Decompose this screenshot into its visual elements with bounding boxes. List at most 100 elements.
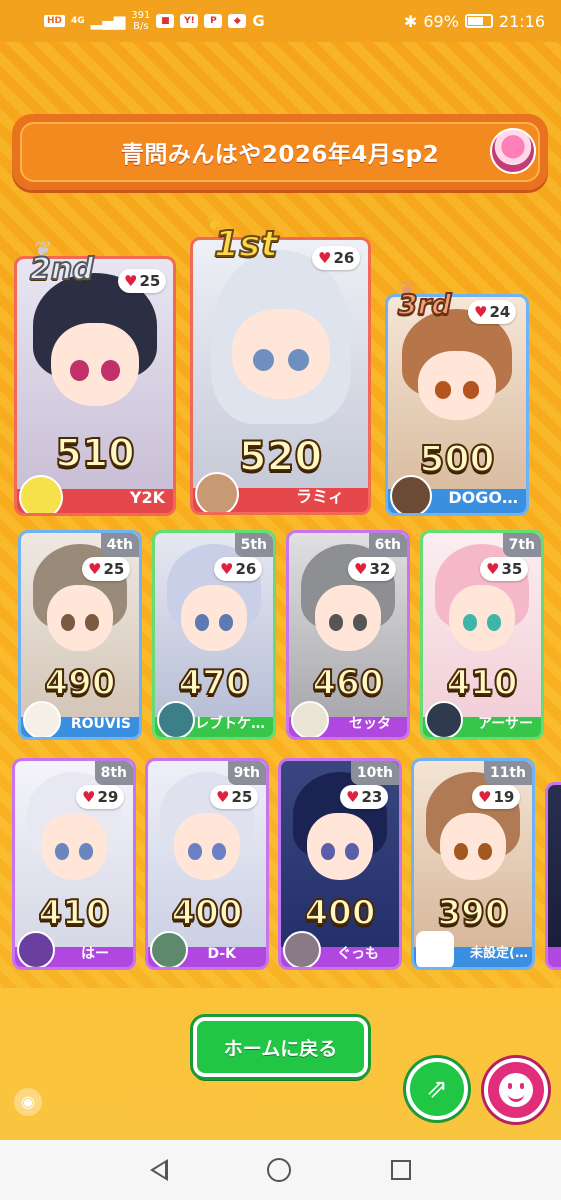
creator-avatar[interactable] [490, 128, 536, 174]
home-icon[interactable] [267, 1158, 292, 1182]
character-eye [486, 613, 501, 631]
like-count: 26 [333, 249, 355, 267]
character-face [439, 813, 507, 881]
notification-app-icon: ■ [156, 14, 175, 28]
like-count-badge: ♥ 23 [340, 785, 389, 809]
character-portrait [548, 785, 561, 947]
notification-g-icon: G [252, 12, 265, 30]
rank-label: 4th [100, 533, 139, 557]
like-count: 19 [493, 788, 515, 806]
character-eye [211, 842, 226, 860]
heart-icon: ♥ [216, 788, 230, 806]
like-count: 25 [139, 272, 161, 290]
like-count-badge: ♥ 25 [118, 269, 167, 293]
rank-medal-3: 3rd [397, 287, 452, 322]
notification-p-icon: P [204, 14, 223, 28]
like-count-badge: ♥ 35 [480, 557, 529, 581]
character-face [448, 584, 516, 651]
character-eye [344, 842, 359, 860]
title-inner: 青問みんはや2026年4月sp2 [20, 122, 540, 182]
character-eye [454, 842, 469, 860]
bluetooth-icon: ✱ [403, 11, 418, 31]
character-face [180, 584, 248, 651]
rank-label: 11th [483, 761, 532, 785]
character-face [40, 813, 108, 881]
rank-label: 6th [368, 533, 407, 557]
clock: 21:16 [498, 11, 545, 31]
heart-icon: ♥ [346, 788, 360, 806]
title-banner: 青問みんはや2026年4月sp2 [12, 114, 548, 190]
character-eye [477, 842, 492, 860]
owner-avatar [283, 931, 321, 967]
score: 490 [44, 662, 117, 704]
ranking-screen: 青問みんはや2026年4月sp2 510 Y2K ♥ 25 ❦ 2nd 520 ラ… [0, 42, 561, 1140]
rank-label: 9th [227, 761, 266, 785]
like-count-badge: ♥ 24 [468, 300, 517, 324]
rank-medal-1: 1st [213, 223, 279, 266]
rank-card-1[interactable]: 520 ラミィ [190, 237, 371, 515]
like-count-badge: ♥ 29 [76, 785, 125, 809]
like-count: 29 [97, 788, 119, 806]
like-count-badge: ♥ 25 [82, 557, 131, 581]
like-count: 35 [501, 560, 523, 578]
character-face [314, 584, 382, 651]
heart-icon: ♥ [220, 560, 234, 578]
character-eye [78, 842, 93, 860]
character-eye [434, 381, 452, 399]
like-count-badge: ♥ 26 [312, 246, 361, 270]
character-face [306, 813, 374, 881]
character-eye [218, 613, 233, 631]
rank-label: 5th [234, 533, 273, 557]
rank-card-partial[interactable] [545, 782, 561, 970]
heart-icon: ♥ [124, 272, 138, 290]
like-count-badge: ♥ 26 [214, 557, 263, 581]
system-nav-bar [0, 1140, 561, 1200]
recent-apps-icon[interactable] [391, 1160, 412, 1180]
like-count: 24 [489, 303, 511, 321]
signal-icon: ▂▄▆ [90, 12, 126, 30]
back-icon[interactable] [149, 1159, 168, 1181]
heart-icon: ♥ [82, 788, 96, 806]
rank-card-3[interactable]: 500 DOGO… [385, 294, 529, 516]
rank-label: 7th [502, 533, 541, 557]
network-indicator: 4G [71, 15, 85, 26]
share-button[interactable]: ⇗ [406, 1058, 468, 1120]
home-button[interactable]: ホームに戻る [193, 1017, 368, 1077]
character-eye [101, 360, 120, 381]
character-eye [195, 613, 210, 631]
owner-avatar [195, 472, 239, 512]
character-face [51, 323, 139, 407]
owner-avatar [425, 701, 463, 737]
owner-avatar [157, 701, 195, 737]
battery-icon [464, 14, 493, 28]
owner-avatar [23, 701, 61, 737]
score: 410 [446, 662, 519, 704]
battery-percent: 69% [423, 11, 459, 31]
owner-avatar [19, 475, 63, 513]
character-eye [463, 613, 478, 631]
rank-label: 10th [350, 761, 399, 785]
owner-avatar [291, 701, 329, 737]
like-count: 32 [369, 560, 391, 578]
character-eye [352, 613, 367, 631]
like-count-badge: ♥ 19 [472, 785, 521, 809]
character-eye [321, 842, 336, 860]
score: 460 [312, 662, 385, 704]
character-eye [55, 842, 70, 860]
heart-icon: ♥ [486, 560, 500, 578]
score: 500 [418, 438, 495, 481]
like-count: 25 [103, 560, 125, 578]
score: 390 [437, 892, 510, 934]
score: 400 [171, 892, 244, 934]
heart-icon: ♥ [474, 303, 488, 321]
like-count: 26 [235, 560, 257, 578]
notification-yahoo-icon: Y! [180, 14, 199, 28]
stamp-button[interactable] [484, 1058, 548, 1122]
character-face [46, 584, 114, 651]
like-count-badge: ♥ 25 [210, 785, 259, 809]
character-eye [329, 613, 344, 631]
rank-card-2[interactable]: 510 Y2K [14, 256, 176, 516]
page-title: 青問みんはや2026年4月sp2 [120, 142, 440, 168]
character-eye [61, 613, 76, 631]
character-face [173, 813, 241, 881]
